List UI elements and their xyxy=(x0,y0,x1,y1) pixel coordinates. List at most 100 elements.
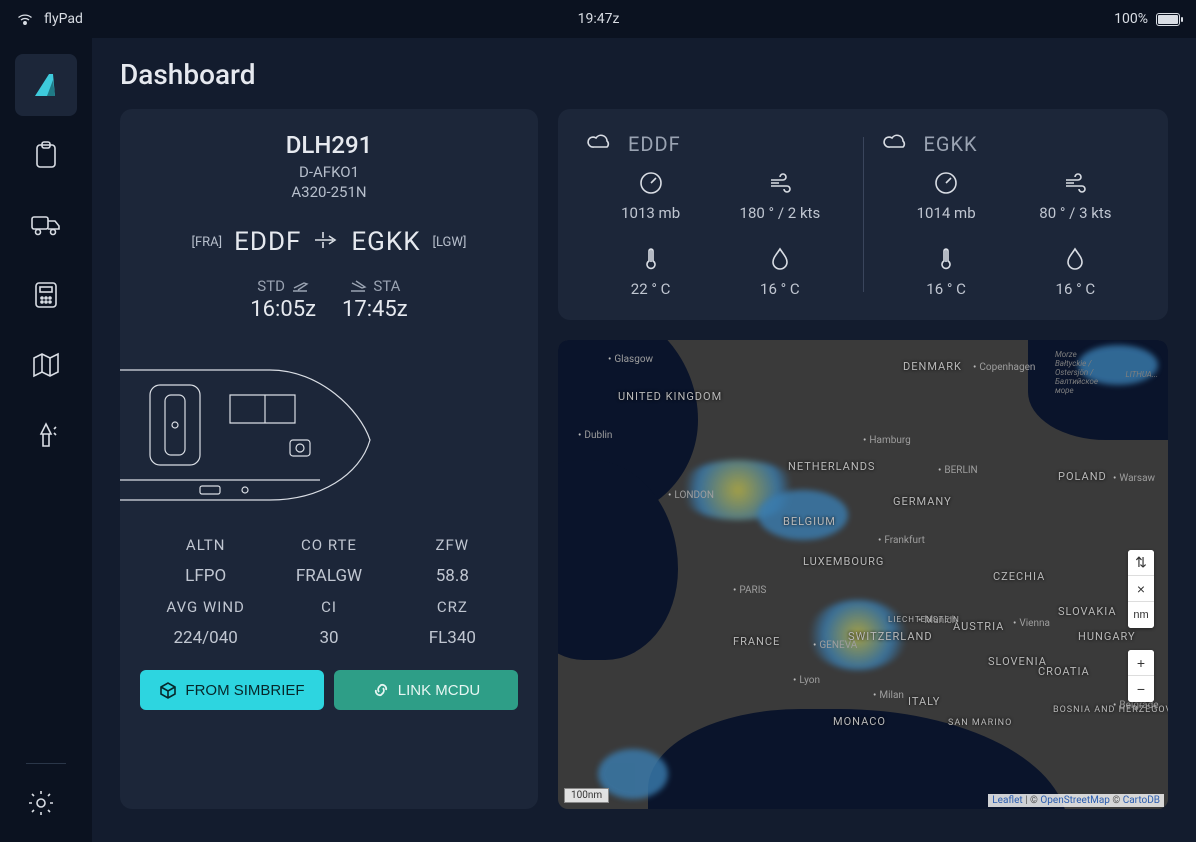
altn-label: ALTN xyxy=(144,536,267,554)
zfw-value: 58.8 xyxy=(391,566,514,586)
wx-dep-temp: 22 ° C xyxy=(586,280,715,298)
arr-iata: [LGW] xyxy=(433,235,467,250)
map-city: Frankfurt xyxy=(878,535,925,546)
atc-icon[interactable] xyxy=(31,420,61,450)
clipboard-icon[interactable] xyxy=(31,140,61,170)
wind-icon xyxy=(767,170,793,196)
map-close-button[interactable]: × xyxy=(1128,576,1154,602)
map-country: AUSTRIA xyxy=(953,620,1004,633)
link-icon xyxy=(372,681,390,699)
map-zoom-out-button[interactable]: − xyxy=(1128,676,1154,702)
thermometer-icon xyxy=(938,246,954,272)
std-label: STD xyxy=(257,277,285,295)
map-country: DENMARK xyxy=(903,360,962,373)
map-city: Vienna xyxy=(1013,618,1050,629)
sidebar xyxy=(0,38,92,842)
wx-arr-temp: 16 ° C xyxy=(882,280,1011,298)
aircraft-nose-art xyxy=(120,340,380,520)
map-country: GERMANY xyxy=(893,495,952,508)
std-value: 16:05z xyxy=(250,297,316,322)
map-country: SLOVAKIA xyxy=(1058,605,1117,618)
map-city: LONDON xyxy=(668,490,714,501)
map-city: Munich xyxy=(918,615,957,626)
wx-arr-wind: 80 ° / 3 kts xyxy=(1011,204,1140,222)
registration: D-AFKO1 xyxy=(120,163,538,181)
map-country: NETHERLANDS xyxy=(788,460,875,473)
landing-icon xyxy=(349,279,367,293)
sta-value: 17:45z xyxy=(342,297,408,322)
wx-arr-icao: EGKK xyxy=(924,132,978,156)
page-title: Dashboard xyxy=(120,58,1168,91)
thermometer-icon xyxy=(643,246,659,272)
map-icon[interactable] xyxy=(31,350,61,380)
battery-percent: 100% xyxy=(1114,11,1148,27)
map-zoom-in-button[interactable]: + xyxy=(1128,650,1154,676)
truck-icon[interactable] xyxy=(31,210,61,240)
app-logo[interactable] xyxy=(15,54,77,116)
mcdu-label: LINK MCDU xyxy=(398,682,481,699)
wx-arr-press: 1014 mb xyxy=(882,204,1011,222)
map-city: Warsaw xyxy=(1113,473,1155,484)
settings-icon[interactable] xyxy=(26,788,56,818)
map-units-button[interactable]: nm xyxy=(1128,602,1154,628)
wx-arr-dew: 16 ° C xyxy=(1011,280,1140,298)
map-country: MONACO xyxy=(833,715,886,728)
map-route-button[interactable]: ⇅ xyxy=(1128,550,1154,576)
takeoff-icon xyxy=(291,279,309,293)
simbrief-label: FROM SIMBRIEF xyxy=(185,682,304,699)
corte-value: FRALGW xyxy=(267,566,390,586)
arr-icao: EGKK xyxy=(351,227,420,257)
map-city: GENEVA xyxy=(813,640,857,651)
ci-value: 30 xyxy=(267,628,390,648)
signal-icon xyxy=(16,12,34,26)
map-country: ITALY xyxy=(908,695,940,708)
map-country: POLAND xyxy=(1058,470,1107,483)
dep-icao: EDDF xyxy=(234,227,301,257)
battery-icon xyxy=(1156,13,1180,26)
from-simbrief-button[interactable]: FROM SIMBRIEF xyxy=(140,670,324,710)
wx-dep-wind: 180 ° / 2 kts xyxy=(715,204,844,222)
app-name: flyPad xyxy=(44,11,83,27)
corte-label: CO RTE xyxy=(267,536,390,554)
map-country: SWITZERLAND xyxy=(848,630,933,643)
map-attr-carto[interactable]: CartoDB xyxy=(1123,795,1160,806)
gauge-icon xyxy=(933,170,959,196)
link-mcdu-button[interactable]: LINK MCDU xyxy=(334,670,518,710)
cloud-icon xyxy=(586,131,614,156)
map-city: Hamburg xyxy=(863,435,911,446)
map-attr-leaflet[interactable]: Leaflet xyxy=(992,795,1022,806)
map-country: LUXEMBOURG xyxy=(803,555,884,568)
map-city: Glasgow xyxy=(608,354,653,365)
map-scale: 100nm xyxy=(564,788,609,803)
wx-dep-dew: 16 ° C xyxy=(715,280,844,298)
weather-card: EDDF 1013 mb 180 ° / 2 kts 22 ° C 16 ° C… xyxy=(558,109,1168,320)
altn-value: LFPO xyxy=(144,566,267,586)
divider xyxy=(26,763,66,764)
droplet-icon xyxy=(770,246,790,272)
map-country: FRANCE xyxy=(733,635,780,648)
map-city: PARIS xyxy=(733,585,766,596)
wx-dep-press: 1013 mb xyxy=(586,204,715,222)
crz-label: CRZ xyxy=(391,598,514,616)
aircraft-type: A320-251N xyxy=(120,183,538,201)
status-bar: flyPad 19:47z 100% xyxy=(0,0,1196,38)
wx-dep-icao: EDDF xyxy=(628,132,681,156)
ci-label: CI xyxy=(267,598,390,616)
wind-value: 224/040 xyxy=(144,628,267,648)
zfw-label: ZFW xyxy=(391,536,514,554)
wind-icon xyxy=(1062,170,1088,196)
map-attr-osm[interactable]: OpenStreetMap xyxy=(1040,795,1110,806)
map-city: Dublin xyxy=(578,430,612,441)
calculator-icon[interactable] xyxy=(31,280,61,310)
map-country: UNITED KINGDOM xyxy=(618,390,722,403)
map-card[interactable]: UNITED KINGDOM NETHERLANDS GERMANY POLAN… xyxy=(558,340,1168,809)
map-attribution: Leaflet | © OpenStreetMap © CartoDB xyxy=(988,794,1164,807)
map-city: Lyon xyxy=(793,675,820,686)
box-icon xyxy=(159,681,177,699)
gauge-icon xyxy=(638,170,664,196)
sta-label: STA xyxy=(373,277,400,295)
map-city: Copenhagen xyxy=(973,362,1035,373)
map-city: BERLIN xyxy=(938,465,978,476)
dep-iata: [FRA] xyxy=(192,235,223,250)
crz-value: FL340 xyxy=(391,628,514,648)
